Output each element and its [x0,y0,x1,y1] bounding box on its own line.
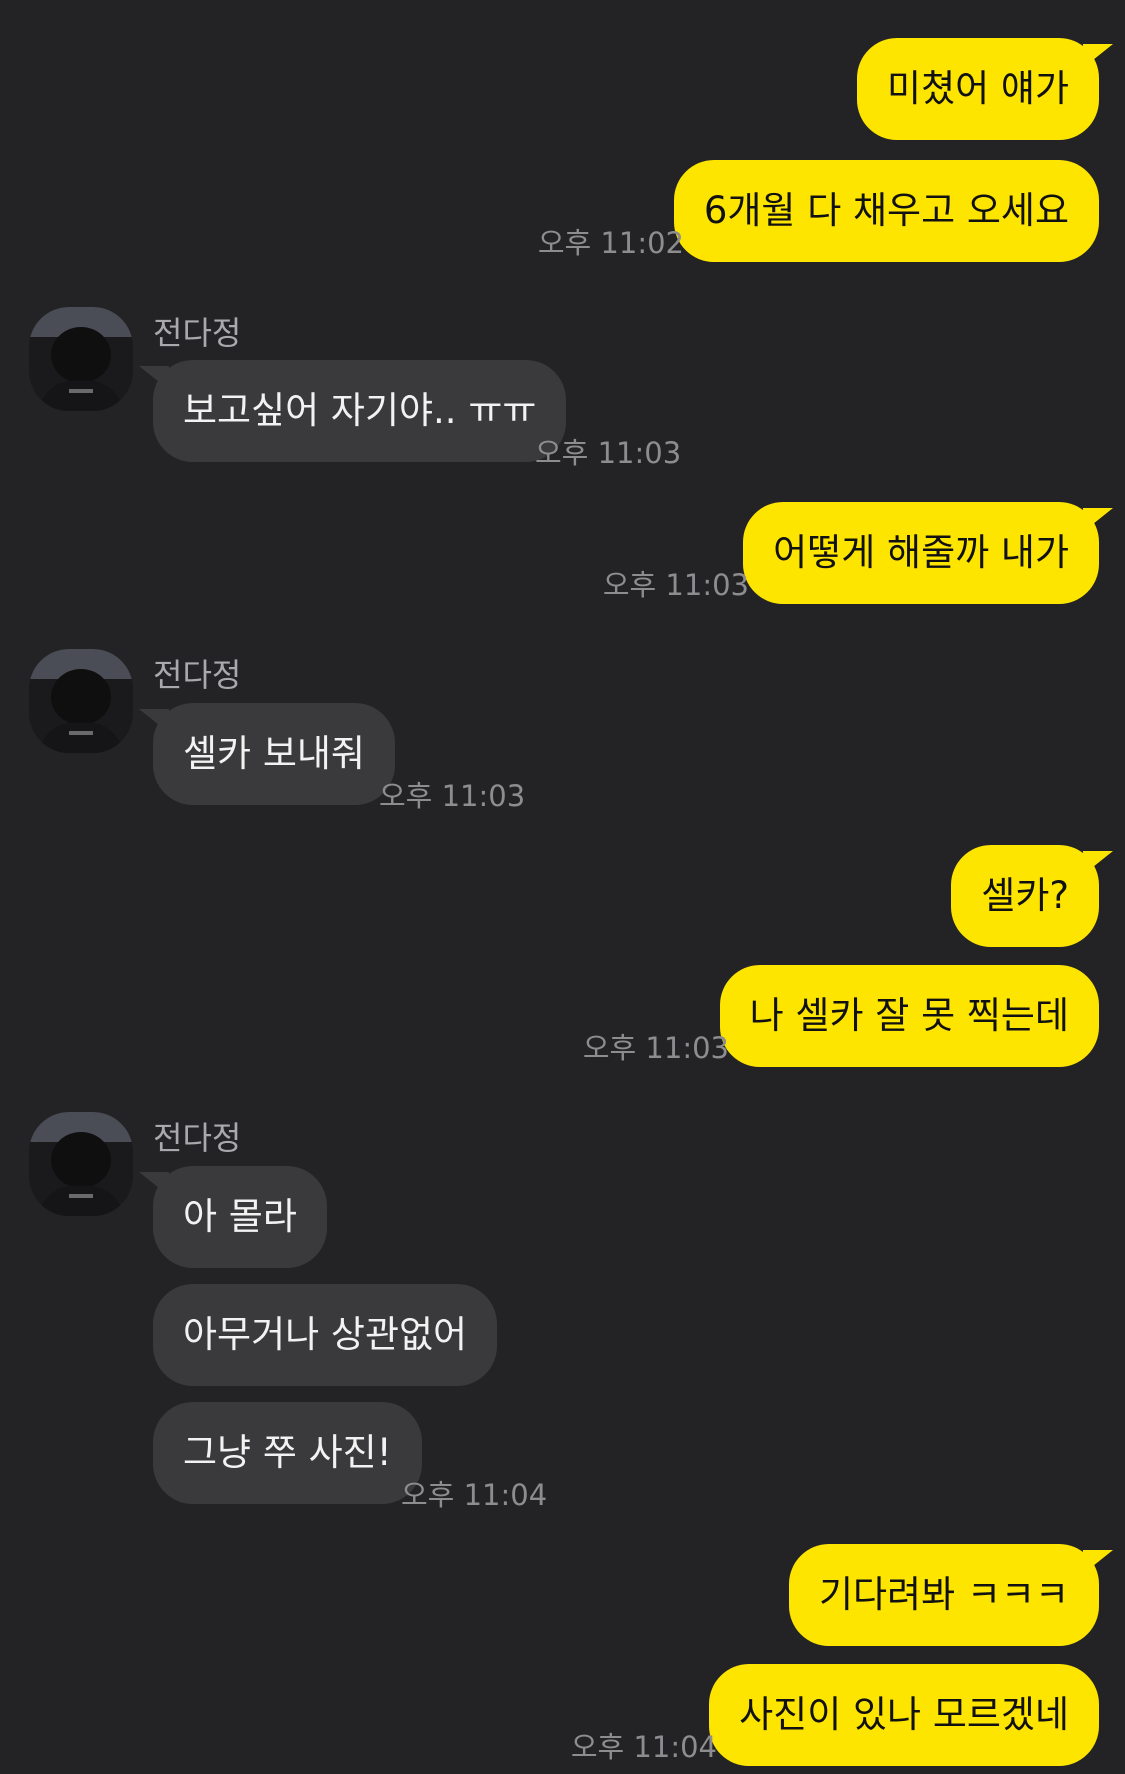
my-message-bubble[interactable]: 기다려봐 ㅋㅋㅋ [788,1544,1114,1646]
my-message-bubble[interactable]: 6개월 다 채우고 오세요 [673,160,1099,262]
contact-message-bubble[interactable]: 그냥 쭈 사진! [153,1402,422,1504]
contact-avatar[interactable] [29,307,133,411]
contact-name: 전다정 [153,314,242,352]
timestamp: 오후 11:03 [602,568,749,602]
my-message-bubble[interactable]: 셀카? [951,845,1113,947]
timestamp: 오후 11:03 [535,436,682,470]
contact-name: 전다정 [153,656,242,694]
timestamp: 오후 11:03 [379,779,526,813]
contact-message-bubble[interactable]: 보고싶어 자기야.. ㅠㅠ [138,360,567,462]
contact-avatar[interactable] [29,1112,133,1216]
my-message-bubble[interactable]: 미쳤어 얘가 [857,38,1113,140]
timestamp: 오후 11:04 [570,1730,717,1764]
contact-message-bubble[interactable]: 아무거나 상관없어 [153,1284,498,1386]
my-message-bubble[interactable]: 사진이 있나 모르겠네 [709,1664,1099,1766]
contact-avatar[interactable] [29,649,133,753]
timestamp: 오후 11:04 [401,1478,548,1512]
timestamp: 오후 11:02 [537,226,684,260]
timestamp: 오후 11:03 [582,1031,729,1065]
my-message-bubble[interactable]: 나 셀카 잘 못 찍는데 [719,965,1099,1067]
contact-name: 전다정 [153,1119,242,1157]
my-message-bubble[interactable]: 어떻게 해줄까 내가 [743,502,1113,604]
contact-message-bubble[interactable]: 셀카 보내줘 [139,703,395,805]
contact-message-bubble[interactable]: 아 몰라 [139,1166,327,1268]
